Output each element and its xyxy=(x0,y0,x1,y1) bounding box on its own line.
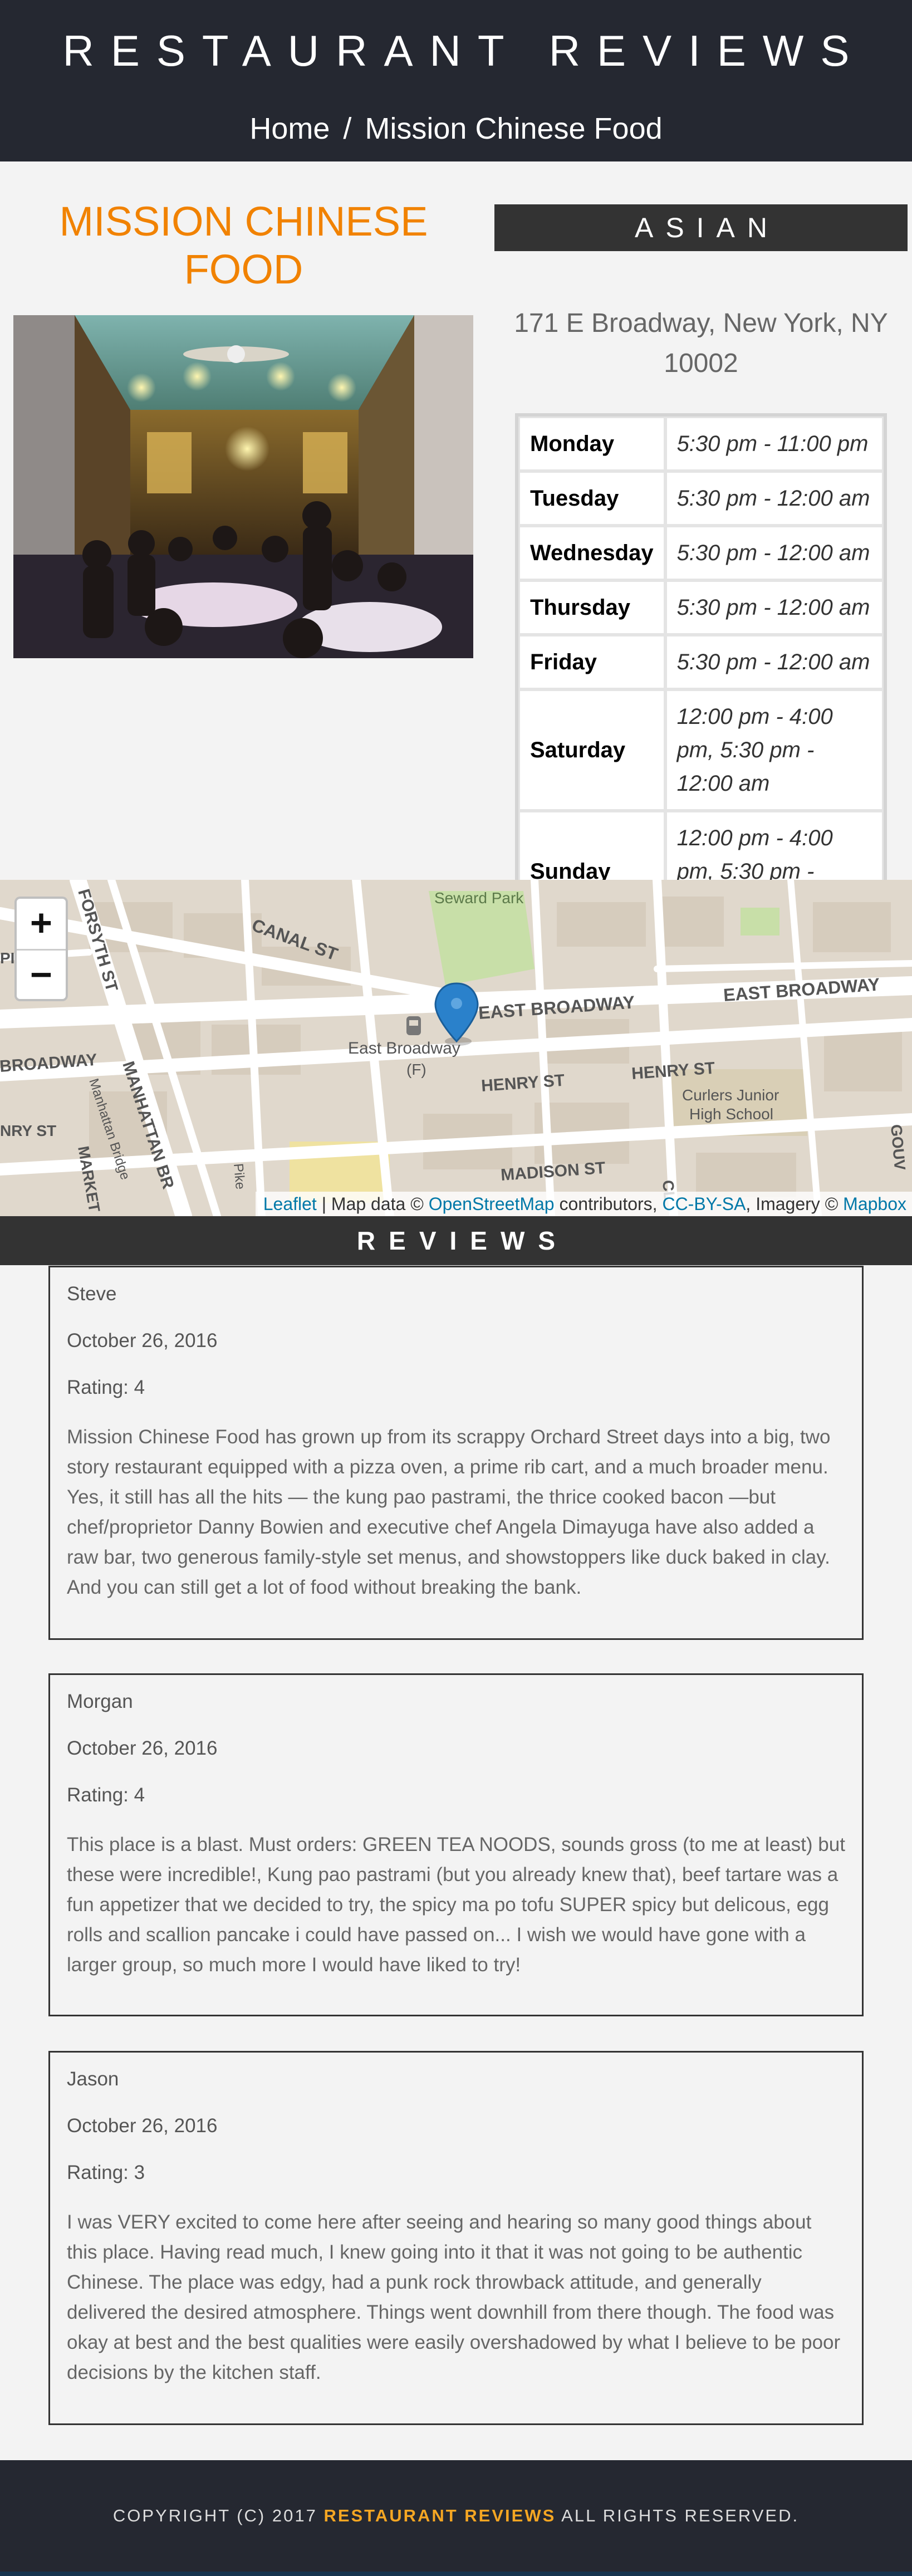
breadcrumb-separator: / xyxy=(343,112,352,145)
restaurant-address: 171 E Broadway, New York, NY 10002 xyxy=(514,308,888,378)
site-header: RESTAURANT REVIEWS Home / Mission Chinese … xyxy=(0,0,912,161)
restaurant-map[interactable]: Seward Park CANAL ST FORSYTH ST EAST BRO… xyxy=(0,880,912,1216)
restaurant-photo xyxy=(13,315,473,658)
map-label-station-line: (F) xyxy=(406,1061,426,1078)
breadcrumb: Home / Mission Chinese Food xyxy=(0,109,912,148)
review-date: October 26, 2016 xyxy=(67,2115,218,2137)
map-label-school: Curlers Junior xyxy=(682,1086,779,1104)
hours-table: Monday 5:30 pm - 11:00 pm Tuesday 5:30 pm … xyxy=(515,413,887,936)
hours-day: Wednesday xyxy=(518,526,665,580)
review-rating: Rating: 4 xyxy=(67,1377,145,1398)
zoom-in-button[interactable]: + xyxy=(17,899,66,949)
reviews-heading: REVIEWS xyxy=(0,1216,912,1265)
map-label-school-2: High School xyxy=(689,1105,773,1123)
map-label-pike: Pike xyxy=(231,1163,248,1190)
hours-row: Saturday 12:00 pm - 4:00 pm, 5:30 pm - 12… xyxy=(518,689,884,811)
hours-row: Tuesday 5:30 pm - 12:00 am xyxy=(518,471,884,526)
review-author: Steve xyxy=(67,1283,117,1305)
copyright-text: COPYRIGHT (C) 2017 xyxy=(112,2506,324,2525)
openstreetmap-link[interactable]: OpenStreetMap xyxy=(429,1194,555,1214)
subway-station-icon xyxy=(406,1016,421,1035)
review-text: I was VERY excited to come here after se… xyxy=(67,2211,841,2383)
map-label-pi: PI xyxy=(0,949,14,967)
map-label-nry-st: NRY ST xyxy=(0,1122,56,1139)
breadcrumb-home-link[interactable]: Home xyxy=(249,112,330,145)
site-footer: COPYRIGHT (C) 2017 RESTAURANT REVIEWS AL… xyxy=(0,2460,912,2576)
hours-row: Monday 5:30 pm - 11:00 pm xyxy=(518,417,884,471)
review-text: Mission Chinese Food has grown up from i… xyxy=(67,1426,831,1598)
review-card: Morgan October 26, 2016 Rating: 4 This p… xyxy=(48,1673,864,2016)
review-text: This place is a blast. Must orders: GREE… xyxy=(67,1834,845,1976)
attribution-text: | Map data © xyxy=(316,1194,429,1214)
review-rating: Rating: 4 xyxy=(67,1784,145,1806)
license-link[interactable]: CC-BY-SA xyxy=(662,1194,746,1214)
review-rating: Rating: 3 xyxy=(67,2162,145,2183)
hours-time: 5:30 pm - 11:00 pm xyxy=(665,417,884,471)
zoom-out-button[interactable]: − xyxy=(17,949,66,999)
review-author: Jason xyxy=(67,2068,119,2090)
breadcrumb-current: Mission Chinese Food xyxy=(365,112,663,145)
hours-day: Friday xyxy=(518,635,665,689)
hours-time: 5:30 pm - 12:00 am xyxy=(665,526,884,580)
restaurant-name: MISSION CHINESE FOOD xyxy=(59,198,428,292)
site-title[interactable]: RESTAURANT REVIEWS xyxy=(0,25,912,76)
hours-day: Saturday xyxy=(518,689,665,811)
review-author: Morgan xyxy=(67,1691,133,1712)
map-label-east-broadway-station: East Broadway xyxy=(348,1039,460,1057)
hours-time: 5:30 pm - 12:00 am xyxy=(665,635,884,689)
review-card: Jason October 26, 2016 Rating: 3 I was V… xyxy=(48,2051,864,2425)
cuisine-badge: ASIAN xyxy=(494,204,908,251)
map-attribution: Leaflet | Map data © OpenStreetMap contr… xyxy=(255,1192,912,1216)
map-tiles[interactable]: Seward Park CANAL ST FORSYTH ST EAST BRO… xyxy=(0,880,912,1216)
attribution-text: contributors, xyxy=(554,1194,663,1214)
hours-time: 5:30 pm - 12:00 am xyxy=(665,580,884,635)
restaurant-photo-image xyxy=(13,315,473,658)
hours-row: Thursday 5:30 pm - 12:00 am xyxy=(518,580,884,635)
mapbox-link[interactable]: Mapbox xyxy=(843,1194,906,1214)
map-zoom-control: + − xyxy=(14,897,68,1001)
hours-time: 5:30 pm - 12:00 am xyxy=(665,471,884,526)
hours-row: Wednesday 5:30 pm - 12:00 am xyxy=(518,526,884,580)
footer-brand-link[interactable]: RESTAURANT REVIEWS xyxy=(323,2506,556,2525)
rights-text: ALL RIGHTS RESERVED. xyxy=(556,2506,800,2525)
hours-day: Tuesday xyxy=(518,471,665,526)
attribution-text: , Imagery © xyxy=(746,1194,844,1214)
hours-day: Thursday xyxy=(518,580,665,635)
review-date: October 26, 2016 xyxy=(67,1330,218,1351)
hours-row: Friday 5:30 pm - 12:00 am xyxy=(518,635,884,689)
hours-time: 12:00 pm - 4:00 pm, 5:30 pm - 12:00 am xyxy=(665,689,884,811)
leaflet-link[interactable]: Leaflet xyxy=(263,1194,317,1214)
review-card: Steve October 26, 2016 Rating: 4 Mission… xyxy=(48,1266,864,1640)
review-date: October 26, 2016 xyxy=(67,1737,218,1759)
map-label-seward-park: Seward Park xyxy=(434,889,524,907)
hours-day: Monday xyxy=(518,417,665,471)
